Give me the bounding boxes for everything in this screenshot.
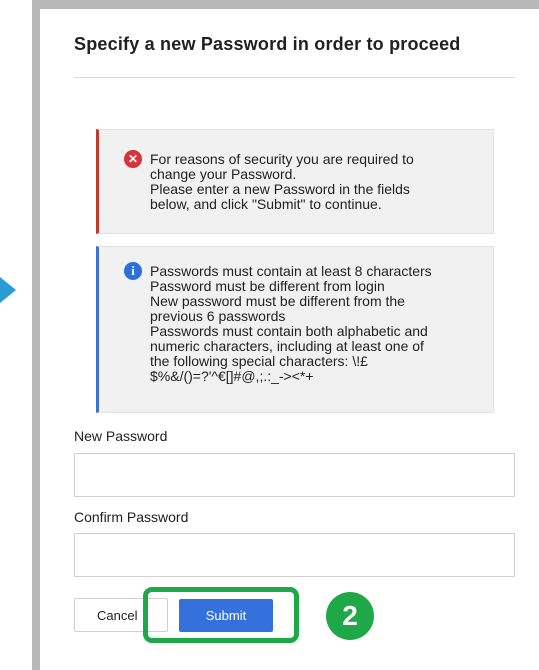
info-alert-line: New password must be different from the <box>150 293 405 309</box>
security-error-alert: ✕ For reasons of security you are requir… <box>96 129 494 234</box>
info-alert-line: Passwords must contain both alphabetic a… <box>150 323 428 339</box>
window-frame-top <box>32 0 539 9</box>
error-alert-line: below, and click "Submit" to continue. <box>150 196 382 212</box>
new-password-label: New Password <box>74 428 168 444</box>
pointer-arrow-icon <box>0 277 16 303</box>
info-icon: i <box>124 262 142 280</box>
step-number-badge: 2 <box>326 592 374 640</box>
info-alert-line: Password must be different from login <box>150 278 385 294</box>
error-alert-line: change your Password. <box>150 166 297 182</box>
password-rules-info-alert: i Passwords must contain at least 8 char… <box>96 246 494 413</box>
title-divider <box>74 77 515 78</box>
new-password-input[interactable] <box>74 453 515 497</box>
window-frame-left <box>32 0 40 670</box>
password-change-page: Specify a new Password in order to proce… <box>0 0 539 670</box>
page-title: Specify a new Password in order to proce… <box>74 34 461 54</box>
info-alert-line: the following special characters: \!£ <box>150 353 368 369</box>
error-alert-line: Please enter a new Password in the field… <box>150 181 410 197</box>
error-alert-line: For reasons of security you are required… <box>150 151 414 167</box>
confirm-password-input[interactable] <box>74 533 515 577</box>
info-alert-line: numeric characters, including at least o… <box>150 338 424 354</box>
info-alert-line: previous 6 passwords <box>150 308 286 324</box>
error-x-icon: ✕ <box>124 150 142 168</box>
submit-button[interactable]: Submit <box>179 599 273 632</box>
info-alert-line: Passwords must contain at least 8 charac… <box>150 263 432 279</box>
confirm-password-label: Confirm Password <box>74 509 189 525</box>
info-alert-line: $%&/()=?'^€[]#@,;.:_-><*+ <box>150 368 314 384</box>
